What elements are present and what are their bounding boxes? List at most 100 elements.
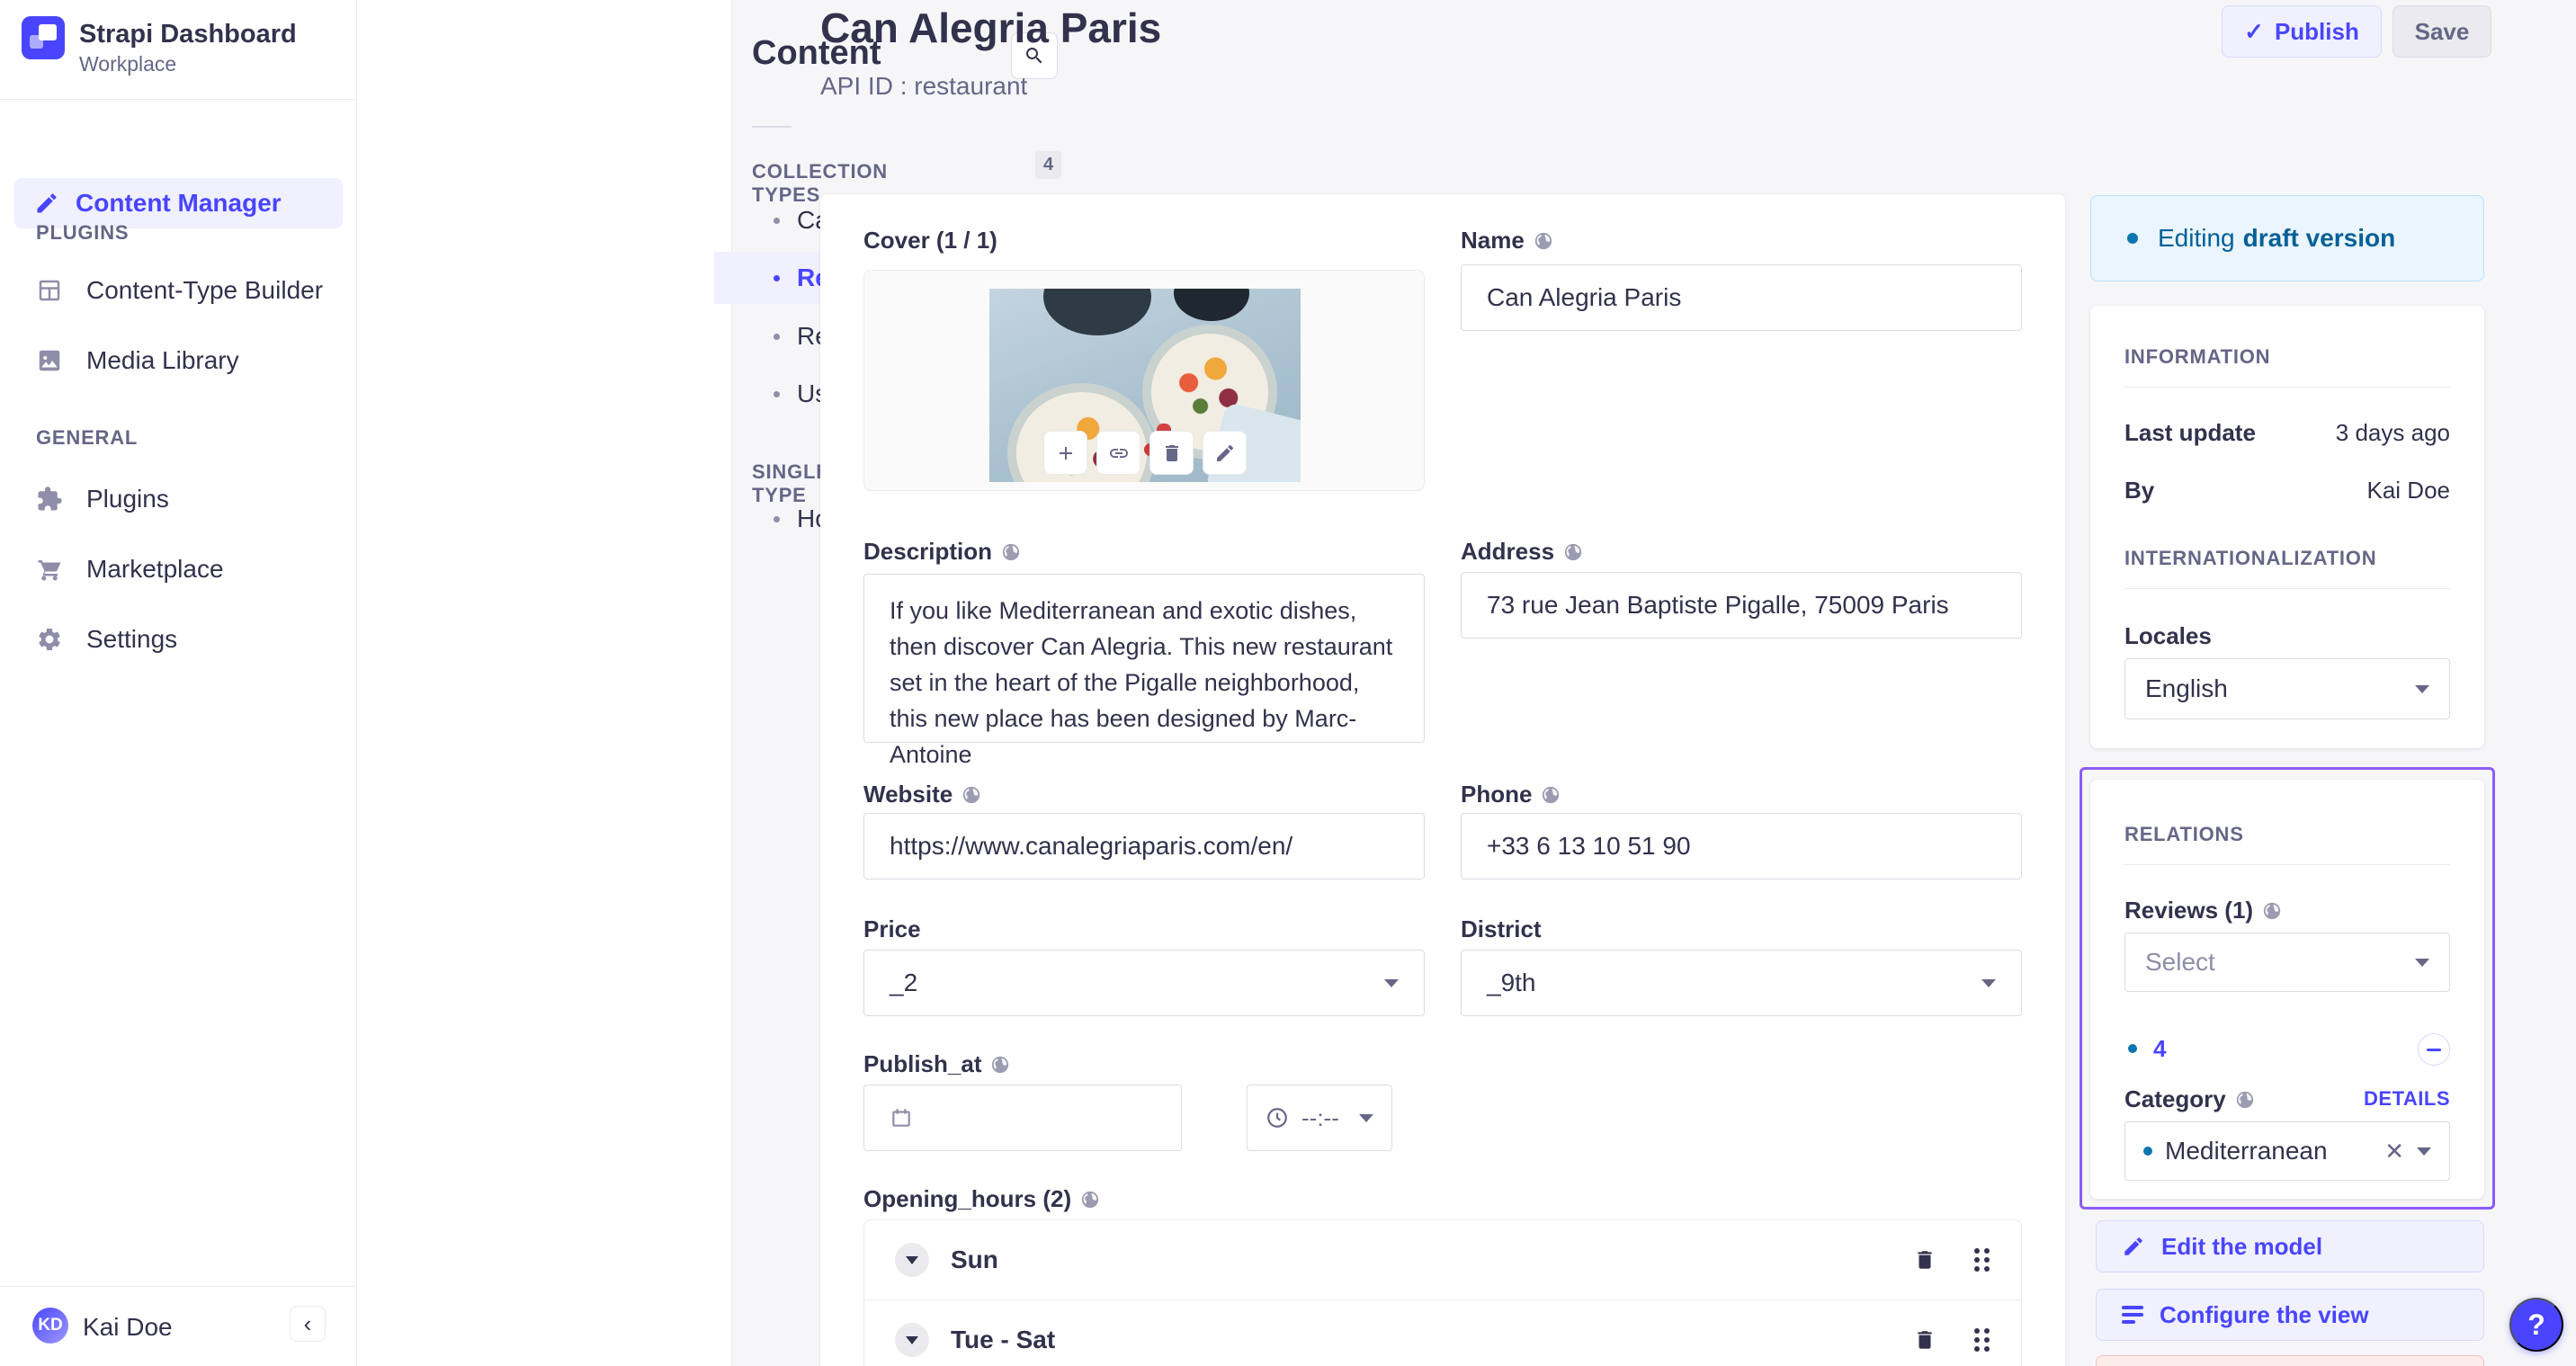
workspace-subtitle: Workplace — [79, 52, 177, 76]
delete-entry-button[interactable] — [2096, 1355, 2484, 1366]
address-input[interactable]: 73 rue Jean Baptiste Pigalle, 75009 Pari… — [1461, 572, 2022, 638]
name-input[interactable]: Can Alegria Paris — [1461, 264, 2022, 331]
list-settings-icon — [2122, 1302, 2143, 1327]
layout-icon — [39, 280, 60, 301]
calendar-icon — [892, 1109, 910, 1127]
locale-select[interactable]: English — [2124, 658, 2450, 719]
chevron-down-icon — [906, 1335, 918, 1344]
info-row-label: Last update — [2124, 419, 2256, 446]
clear-icon[interactable]: ✕ — [2384, 1138, 2404, 1165]
category-select[interactable]: Mediterranean ✕ — [2124, 1121, 2450, 1181]
name-label: Name — [1461, 227, 1553, 254]
draft-status-banner: Editing draft version — [2090, 195, 2484, 281]
relation-dot-icon — [2143, 1147, 2152, 1156]
delete-asset-button[interactable] — [1149, 431, 1194, 475]
time-input[interactable]: --:-- — [1247, 1085, 1392, 1151]
opening-hours-row: Sun — [864, 1220, 2021, 1299]
pencil-icon — [1216, 444, 1233, 461]
address-label: Address — [1461, 538, 1583, 566]
pencil-icon — [2124, 1237, 2142, 1255]
expand-row-button[interactable] — [895, 1323, 929, 1357]
edit-model-button[interactable]: Edit the model — [2096, 1220, 2484, 1272]
divider — [2124, 387, 2450, 388]
divider — [2124, 864, 2450, 865]
chevron-down-icon — [906, 1255, 918, 1264]
district-label: District — [1461, 915, 1542, 942]
bullet-icon — [774, 333, 780, 340]
phone-label: Phone — [1461, 781, 1561, 808]
pen-icon — [37, 193, 57, 213]
configure-view-button[interactable]: Configure the view — [2096, 1289, 2484, 1341]
minus-icon — [2427, 1048, 2441, 1051]
edit-asset-button[interactable] — [1203, 431, 1247, 475]
bullet-icon — [774, 274, 780, 281]
chevron-down-icon — [2415, 958, 2429, 967]
locales-label: Locales — [2124, 622, 2212, 649]
main-sidebar: Strapi Dashboard Workplace Content Manag… — [0, 0, 357, 1366]
workspace-title: Strapi Dashboard — [79, 20, 297, 49]
section-label-general: GENERAL — [36, 426, 139, 449]
globe-icon — [1543, 786, 1560, 803]
bullet-icon — [774, 515, 780, 522]
add-asset-button[interactable] — [1043, 431, 1087, 475]
globe-icon — [1534, 232, 1552, 249]
copy-link-button[interactable] — [1096, 431, 1140, 475]
price-select[interactable]: _2 — [863, 950, 1425, 1016]
save-button[interactable]: Save — [2393, 5, 2491, 58]
sidebar-item-plugins[interactable]: Plugins — [36, 484, 333, 514]
publish-at-label: Publish_at — [863, 1050, 1010, 1078]
sidebar-item-media-library[interactable]: Media Library — [36, 345, 333, 376]
information-title: INFORMATION — [2124, 345, 2271, 368]
details-link[interactable]: DETAILS — [2364, 1087, 2450, 1111]
status-dot-icon — [2127, 233, 2138, 244]
opening-hours-accordion: Sun Tue - Sat — [863, 1219, 2022, 1366]
divider — [752, 126, 792, 128]
sidebar-item-content-type-builder[interactable]: Content-Type Builder — [36, 275, 333, 306]
content-subnav: Content COLLECTION TYPES 4 Category Rest… — [357, 0, 1089, 1366]
description-textarea[interactable]: If you like Mediterranean and exotic dis… — [863, 574, 1425, 768]
drag-handle[interactable] — [1974, 1248, 1980, 1254]
sidebar-item-marketplace[interactable]: Marketplace — [36, 554, 333, 585]
price-label: Price — [863, 915, 921, 942]
trash-icon[interactable] — [1913, 1248, 1936, 1272]
help-button[interactable]: ? — [2509, 1298, 2563, 1352]
drag-handle[interactable] — [1974, 1328, 1980, 1334]
sidebar-item-label: Content Manager — [76, 189, 282, 217]
divider — [0, 1286, 357, 1287]
opening-hours-label: Opening_hours (2) — [863, 1185, 1100, 1213]
remove-relation-button[interactable] — [2418, 1033, 2450, 1066]
expand-row-button[interactable] — [895, 1243, 929, 1277]
section-label-plugins: PLUGINS — [36, 221, 130, 244]
district-select[interactable]: _9th — [1461, 950, 2022, 1016]
phone-input[interactable]: +33 6 13 10 51 90 — [1461, 813, 2022, 879]
avatar[interactable]: KD — [32, 1308, 68, 1344]
sidebar-item-label: Marketplace — [86, 555, 224, 583]
reviews-select[interactable]: Select — [2124, 933, 2450, 992]
collapse-sidebar-button[interactable]: ‹ — [290, 1306, 326, 1342]
relation-item-link[interactable]: 4 — [2153, 1035, 2166, 1063]
divider — [2124, 588, 2450, 589]
relation-dot-icon — [2128, 1044, 2137, 1053]
sidebar-item-settings[interactable]: Settings — [36, 624, 333, 655]
user-name: Kai Doe — [83, 1313, 173, 1341]
trash-icon — [1165, 444, 1178, 461]
cover-actions — [1043, 431, 1247, 475]
description-label: Description — [863, 538, 1021, 566]
info-row-value: Kai Doe — [2366, 477, 2451, 504]
website-input[interactable]: https://www.canalegriaparis.com/en/ — [863, 813, 1425, 879]
trash-icon[interactable] — [1913, 1328, 1936, 1352]
bullet-icon — [774, 390, 780, 397]
globe-icon — [2263, 902, 2281, 919]
date-input[interactable] — [863, 1085, 1182, 1151]
opening-hours-row: Tue - Sat — [864, 1299, 2021, 1366]
category-label: Category — [2124, 1085, 2255, 1113]
clock-icon — [1267, 1108, 1287, 1128]
information-card: INFORMATION Last update 3 days ago By Ka… — [2090, 306, 2484, 748]
globe-icon — [992, 1056, 1009, 1073]
api-id-subtitle: API ID : restaurant — [820, 72, 1028, 100]
sidebar-item-label: Media Library — [86, 346, 239, 374]
publish-button[interactable]: ✓ Publish — [2222, 5, 2382, 58]
relations-card: RELATIONS Reviews (1) Select 4 Category … — [2090, 780, 2484, 1199]
chevron-down-icon — [1384, 978, 1399, 987]
relations-title: RELATIONS — [2124, 823, 2244, 845]
